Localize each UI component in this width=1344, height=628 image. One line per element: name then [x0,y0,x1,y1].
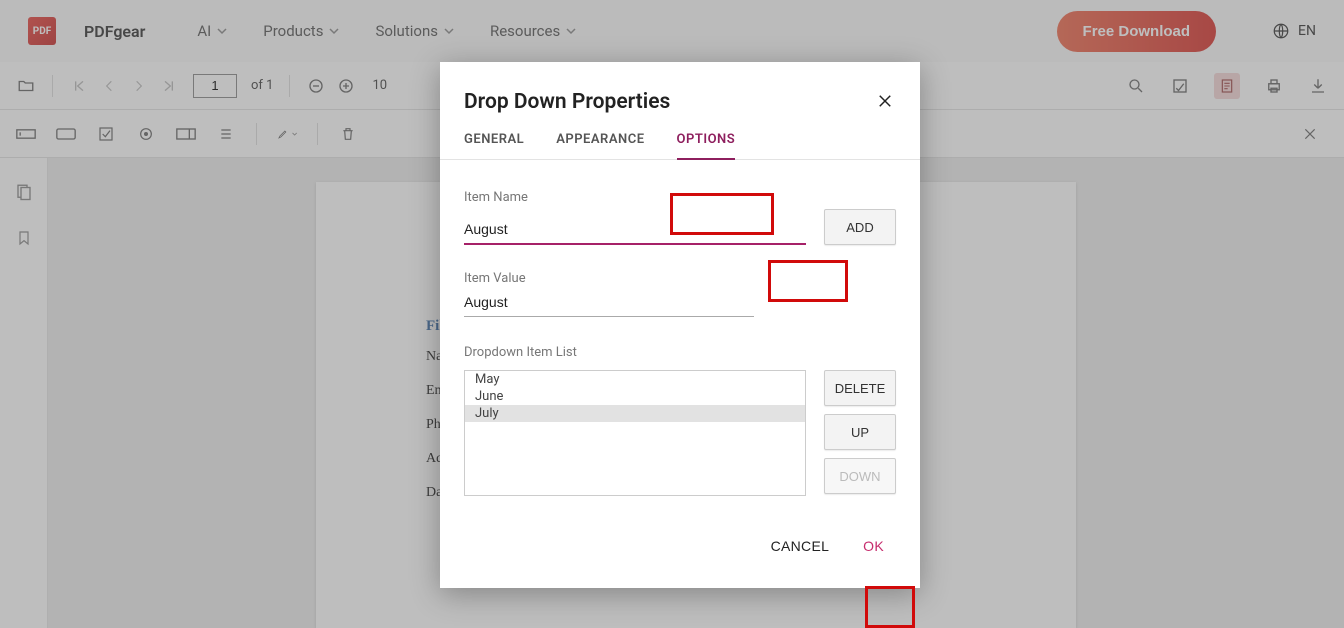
ok-button[interactable]: OK [853,530,894,562]
item-value-input[interactable] [464,290,754,317]
delete-button[interactable]: DELETE [824,370,896,406]
down-button: DOWN [824,458,896,494]
tab-appearance[interactable]: APPEARANCE [556,132,644,159]
add-button[interactable]: ADD [824,209,896,245]
up-button[interactable]: UP [824,414,896,450]
list-item[interactable]: July [465,405,805,422]
item-name-input[interactable] [464,217,806,245]
close-icon[interactable] [876,92,896,112]
dropdown-properties-dialog: Drop Down Properties GENERAL APPEARANCE … [440,62,920,588]
cancel-button[interactable]: CANCEL [761,530,840,562]
tab-options[interactable]: OPTIONS [677,132,736,159]
list-item[interactable]: May [465,371,805,388]
item-name-label: Item Name [464,190,896,205]
dialog-tabs: GENERAL APPEARANCE OPTIONS [440,120,920,160]
list-item[interactable]: June [465,388,805,405]
item-listbox[interactable]: MayJuneJuly [464,370,806,496]
dialog-title: Drop Down Properties [464,90,670,114]
item-list-label: Dropdown Item List [464,345,896,360]
tab-general[interactable]: GENERAL [464,132,524,159]
item-value-label: Item Value [464,271,896,286]
